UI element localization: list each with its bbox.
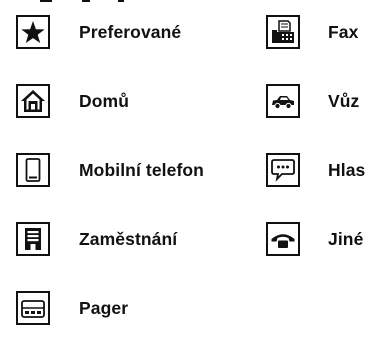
star-icon [16, 15, 50, 49]
car-icon [266, 84, 300, 118]
contact-type-pager[interactable]: Pager [16, 291, 128, 325]
contact-type-favorites[interactable]: Preferované [16, 15, 181, 49]
car-label: Vůz [328, 90, 360, 111]
contact-type-voice[interactable]: Hlas [266, 153, 365, 187]
cropped-previous-row [0, 0, 374, 4]
contact-type-work[interactable]: Zaměstnání [16, 222, 177, 256]
mobile-label: Mobilní telefon [79, 159, 204, 180]
office-building-icon [16, 222, 50, 256]
contact-type-mobile[interactable]: Mobilní telefon [16, 153, 204, 187]
fax-icon [266, 15, 300, 49]
contact-type-fax[interactable]: Fax [266, 15, 358, 49]
work-label: Zaměstnání [79, 228, 178, 249]
home-label: Domů [79, 90, 129, 111]
pager-label: Pager [79, 297, 129, 318]
voice-label: Hlas [328, 159, 366, 180]
contact-type-home[interactable]: Domů [16, 84, 129, 118]
pager-icon [16, 291, 50, 325]
home-icon [16, 84, 50, 118]
fax-label: Fax [328, 21, 359, 42]
other-label: Jiné [328, 228, 364, 249]
telephone-handset-icon [266, 222, 300, 256]
favorites-label: Preferované [79, 21, 182, 42]
contact-type-car[interactable]: Vůz [266, 84, 359, 118]
mobile-phone-icon [16, 153, 50, 187]
speech-bubble-icon [266, 153, 300, 187]
contact-type-other[interactable]: Jiné [266, 222, 363, 256]
